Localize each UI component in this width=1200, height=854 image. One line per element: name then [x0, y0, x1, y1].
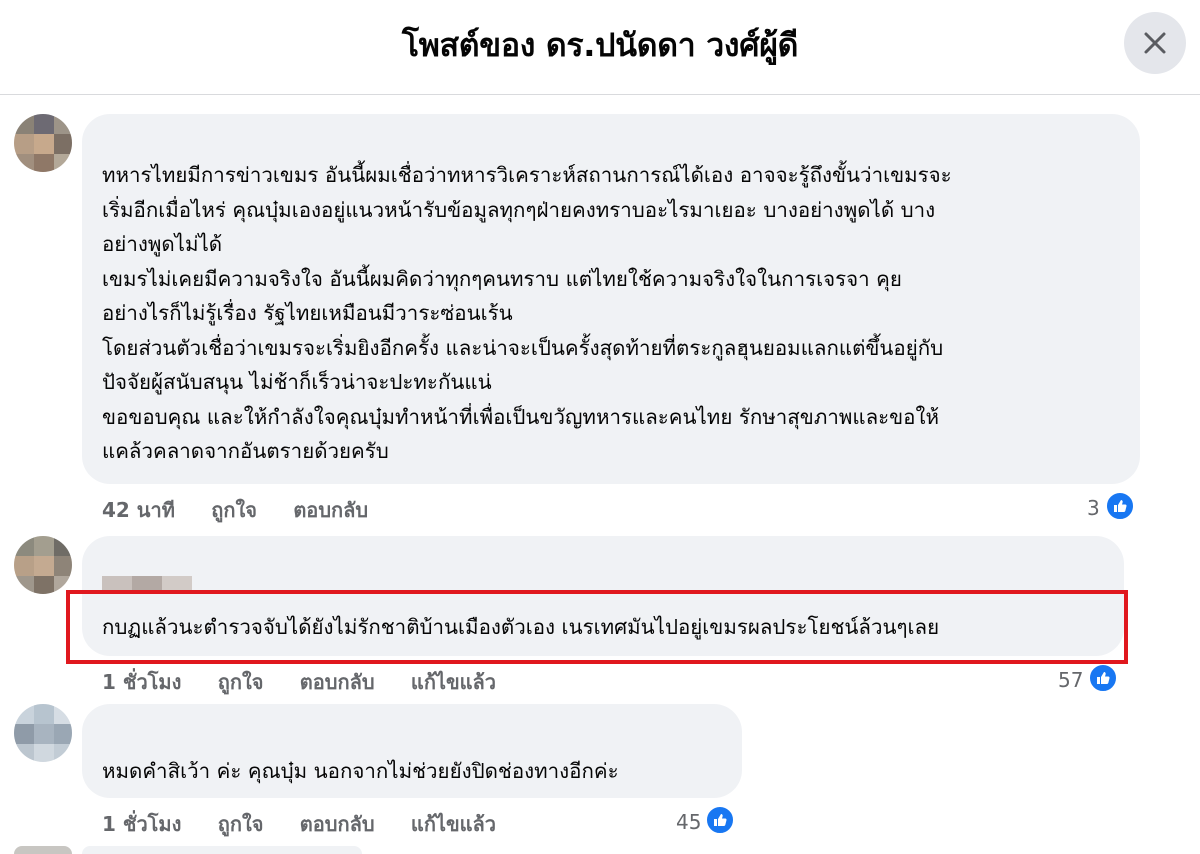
avatar[interactable] — [14, 536, 72, 594]
edited-label: แก้ไขแล้ว — [410, 670, 497, 694]
reaction-count[interactable]: 3 — [1087, 496, 1100, 520]
like-reaction-icon — [704, 804, 736, 836]
like-button[interactable]: ถูกใจ — [218, 670, 264, 694]
like-reaction-icon — [1104, 490, 1136, 522]
comment-line: โดยส่วนตัวเชื่อว่าเขมรจะเริ่มยิงอีกครั้ง… — [102, 335, 944, 360]
author-name[interactable] — [102, 732, 326, 748]
dialog-title: โพสต์ของ ดร.ปนัดดา วงศ์ผู้ดี — [401, 26, 799, 64]
reply-button[interactable]: ตอบกลับ — [293, 498, 368, 522]
highlight-box — [66, 590, 1128, 664]
timestamp-link[interactable]: 1 ชั่วโมง — [102, 670, 181, 694]
edited-label: แก้ไขแล้ว — [410, 812, 497, 836]
avatar[interactable] — [14, 704, 72, 762]
like-button[interactable]: ถูกใจ — [218, 812, 264, 836]
comment-bubble: หมดคำสิเว้า ค่ะ คุณบุ๋ม นอกจากไม่ช่วยยัง… — [82, 704, 742, 798]
comment-actions: 1 ชั่วโมง ถูกใจ ตอบกลับ แก้ไขแล้ว — [102, 666, 526, 698]
comment-line: หมดคำสิเว้า ค่ะ คุณบุ๋ม นอกจากไม่ช่วยยัง… — [102, 759, 619, 783]
like-button[interactable]: ถูกใจ — [211, 498, 257, 522]
comment-line: อย่างพูดไม่ได้ — [102, 232, 223, 256]
dialog-header: โพสต์ของ ดร.ปนัดดา วงศ์ผู้ดี — [0, 0, 1200, 95]
reaction-count[interactable]: 57 — [1058, 668, 1083, 692]
timestamp-link[interactable]: 1 ชั่วโมง — [102, 812, 181, 836]
reaction-count[interactable]: 45 — [676, 810, 701, 834]
close-button[interactable] — [1124, 12, 1186, 74]
comment-actions: 1 ชั่วโมง ถูกใจ ตอบกลับ แก้ไขแล้ว — [102, 808, 526, 840]
comment-line: เขมรไม่เคยมีความจริงใจ อันนี้ผมคิดว่าทุก… — [102, 266, 902, 291]
comment-text: ทหารไทยมีการข่าวเขมร อันนี้ผมเชื่อว่าทหา… — [102, 158, 952, 469]
comment-line: อย่างไรก็ไม่รู้เรื่อง รัฐไทยเหมือนมีวาระ… — [102, 301, 513, 325]
author-badge — [102, 576, 192, 590]
comment-text: หมดคำสิเว้า ค่ะ คุณบุ๋ม นอกจากไม่ช่วยยัง… — [102, 754, 619, 789]
comment-line: ทหารไทยมีการข่าวเขมร อันนี้ผมเชื่อว่าทหา… — [102, 163, 952, 187]
reply-button[interactable]: ตอบกลับ — [300, 670, 375, 694]
reply-button[interactable]: ตอบกลับ — [300, 812, 375, 836]
author-name[interactable] — [102, 142, 258, 158]
avatar[interactable] — [14, 114, 72, 172]
comment-bubble: ทหารไทยมีการข่าวเขมร อันนี้ผมเชื่อว่าทหา… — [82, 114, 1140, 484]
comment-line: แคล้วคลาดจากอันตรายด้วยครับ — [102, 439, 389, 463]
author-name[interactable] — [102, 550, 212, 566]
avatar[interactable] — [14, 846, 72, 854]
comment-line: ปัจจัยผู้สนับสนุน ไม่ช้าก็เร็วน่าจะปะทะก… — [102, 370, 492, 394]
close-icon — [1144, 32, 1166, 54]
comment-bubble — [82, 846, 362, 854]
like-reaction-icon — [1087, 662, 1119, 694]
comment-line: เริ่มอีกเมื่อไหร่ คุณบุ๋มเองอยู่แนวหน้าร… — [102, 197, 936, 222]
comment-actions: 42 นาที ถูกใจ ตอบกลับ — [102, 494, 398, 526]
timestamp-link[interactable]: 42 นาที — [102, 498, 175, 522]
comment-line: ขอขอบคุณ และให้กำลังใจคุณบุ๋มทำหน้าที่เพ… — [102, 404, 939, 429]
